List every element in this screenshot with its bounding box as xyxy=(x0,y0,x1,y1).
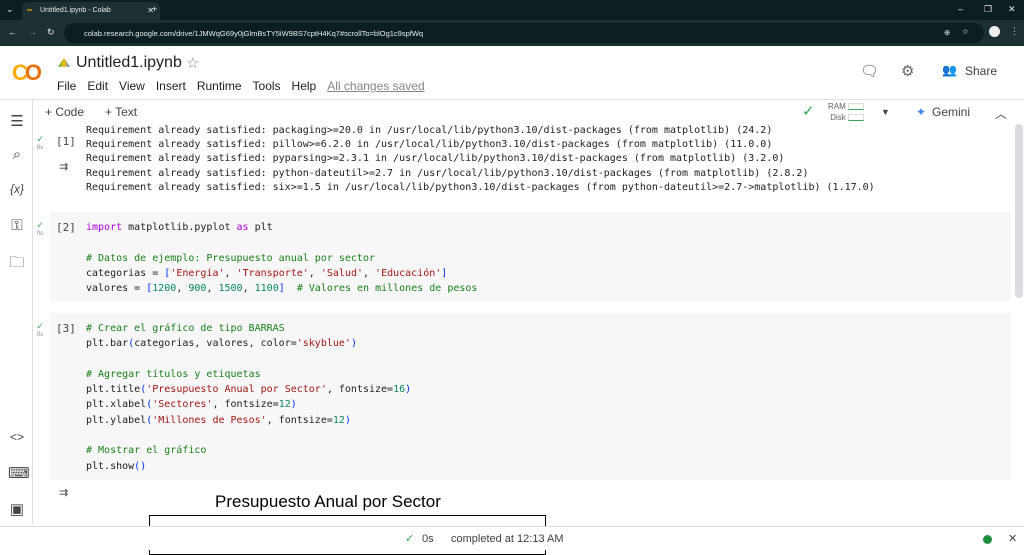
notebook-title[interactable]: Untitled1.ipynb xyxy=(76,54,182,72)
status-check-icon: ✓ xyxy=(405,533,415,545)
menu-edit[interactable]: Edit xyxy=(87,79,108,93)
share-people-icon: 👥 xyxy=(942,63,957,77)
gemini-button[interactable]: Gemini xyxy=(932,105,970,119)
star-icon[interactable]: ☆ xyxy=(186,54,199,72)
files-folder-icon[interactable]: 🗀 xyxy=(8,252,26,277)
output-toggle-icon[interactable]: ⇉ xyxy=(59,160,68,173)
table-of-contents-icon[interactable]: ☰ xyxy=(8,112,26,130)
browser-menu-icon[interactable]: ⋮ xyxy=(1010,26,1019,37)
profile-avatar[interactable] xyxy=(989,26,1000,37)
menu-view[interactable]: View xyxy=(119,79,145,93)
menu-runtime[interactable]: Runtime xyxy=(197,79,242,93)
cell-2-status: ✓ 0s xyxy=(36,220,44,238)
gemini-icon: ✦ xyxy=(916,105,927,119)
resources-indicator[interactable]: RAM Disk xyxy=(828,101,865,123)
colab-favicon-icon: ∞ xyxy=(27,7,32,14)
share-button[interactable]: Share xyxy=(965,64,997,78)
tab-search-icon[interactable]: ⌄ xyxy=(6,4,14,15)
code-cell-2[interactable]: [2] import matplotlib.pyplot as plt # Da… xyxy=(50,212,1011,301)
cell-3-status: ✓ 0s xyxy=(36,321,44,339)
collapse-header-icon[interactable]: ︿ xyxy=(995,105,1007,122)
connected-check-icon: ✓ xyxy=(802,103,815,120)
chart-title: Presupuesto Anual por Sector xyxy=(215,492,441,511)
url-input[interactable]: colab.research.google.com/drive/1JMWqG69… xyxy=(64,23,984,43)
code-snippets-icon[interactable]: <> xyxy=(8,430,26,444)
cell-2-run-count[interactable]: [2] xyxy=(56,220,76,235)
drive-icon xyxy=(58,58,70,67)
close-window-icon[interactable]: ✕ xyxy=(1008,4,1016,15)
cell-1-status: ✓ 8s xyxy=(36,134,44,152)
menu-bar: File Edit View Insert Runtime Tools Help… xyxy=(57,79,425,93)
menu-file[interactable]: File xyxy=(57,79,76,93)
runtime-dropdown-icon[interactable]: ▼ xyxy=(881,107,890,117)
command-palette-icon[interactable]: ⌨ xyxy=(8,464,30,482)
zoom-icon[interactable]: ⊕ xyxy=(944,28,950,37)
forward-icon[interactable]: → xyxy=(28,27,37,37)
reload-icon[interactable]: ↻ xyxy=(47,27,55,38)
cell-1-run-count[interactable]: [1] xyxy=(56,135,76,148)
connection-status-dot xyxy=(983,535,992,544)
minimize-icon[interactable]: – xyxy=(958,4,963,14)
scrollbar[interactable] xyxy=(1015,124,1023,298)
browser-tab[interactable]: ∞ Untitled1.ipynb - Colab ✕ xyxy=(22,2,160,20)
back-icon[interactable]: ← xyxy=(8,27,17,37)
browser-tab-bar: ⌄ ∞ Untitled1.ipynb - Colab ✕ + – ❐ ✕ xyxy=(0,0,1024,20)
settings-gear-icon[interactable]: ⚙ xyxy=(901,62,914,80)
search-icon[interactable]: ⌕ xyxy=(8,146,26,163)
colab-logo: CO xyxy=(12,60,42,85)
close-status-icon[interactable]: ✕ xyxy=(1008,532,1017,545)
code-cell-3[interactable]: [3] # Crear el gráfico de tipo BARRAS plt… xyxy=(50,313,1011,480)
cell-1-output: Requirement already satisfied: packaging… xyxy=(86,125,875,193)
execution-time: 0s xyxy=(422,533,434,545)
restore-icon[interactable]: ❐ xyxy=(984,4,992,15)
disk-label: Disk xyxy=(830,113,846,122)
variables-icon[interactable]: {x} xyxy=(8,182,26,196)
cell-2-code[interactable]: import matplotlib.pyplot as plt # Datos … xyxy=(86,220,477,296)
address-bar-row: ← → ↻ colab.research.google.com/drive/1J… xyxy=(0,20,1024,46)
save-status-link[interactable]: All changes saved xyxy=(327,79,424,93)
new-tab-icon[interactable]: + xyxy=(152,4,157,14)
ram-label: RAM xyxy=(828,102,846,111)
url-text: colab.research.google.com/drive/1JMWqG69… xyxy=(84,29,424,38)
colab-header: CO Untitled1.ipynb ☆ File Edit View Inse… xyxy=(0,46,1024,100)
ram-bar xyxy=(848,103,865,111)
menu-help[interactable]: Help xyxy=(292,79,317,93)
menu-insert[interactable]: Insert xyxy=(156,79,186,93)
add-text-button[interactable]: + Text xyxy=(105,105,137,119)
cell-3-code[interactable]: # Crear el gráfico de tipo BARRAS plt.bar… xyxy=(86,321,411,474)
cell-3-run-count[interactable]: [3] xyxy=(56,321,76,336)
completion-text: completed at 12:13 AM xyxy=(451,533,564,545)
secrets-key-icon[interactable]: ⚿ xyxy=(8,217,26,234)
terminal-icon[interactable]: ▣ xyxy=(8,500,26,518)
add-code-button[interactable]: + Code xyxy=(45,105,84,119)
output-toggle-icon[interactable]: ⇉ xyxy=(59,486,68,499)
tab-title: Untitled1.ipynb - Colab xyxy=(40,7,111,14)
left-sidebar: ☰ ⌕ {x} ⚿ 🗀 <> ⌨ ▣ xyxy=(0,100,33,524)
menu-tools[interactable]: Tools xyxy=(253,79,281,93)
bookmark-star-icon[interactable]: ☆ xyxy=(962,27,969,36)
status-bar: ✓ 0s completed at 12:13 AM ✕ xyxy=(0,526,1024,550)
notebook-toolbar: + Code + Text ✓ RAM Disk ▼ ✦ Gemini ︿ xyxy=(30,100,1024,124)
disk-bar xyxy=(848,114,865,122)
comments-icon[interactable]: 🗨 xyxy=(860,62,879,80)
